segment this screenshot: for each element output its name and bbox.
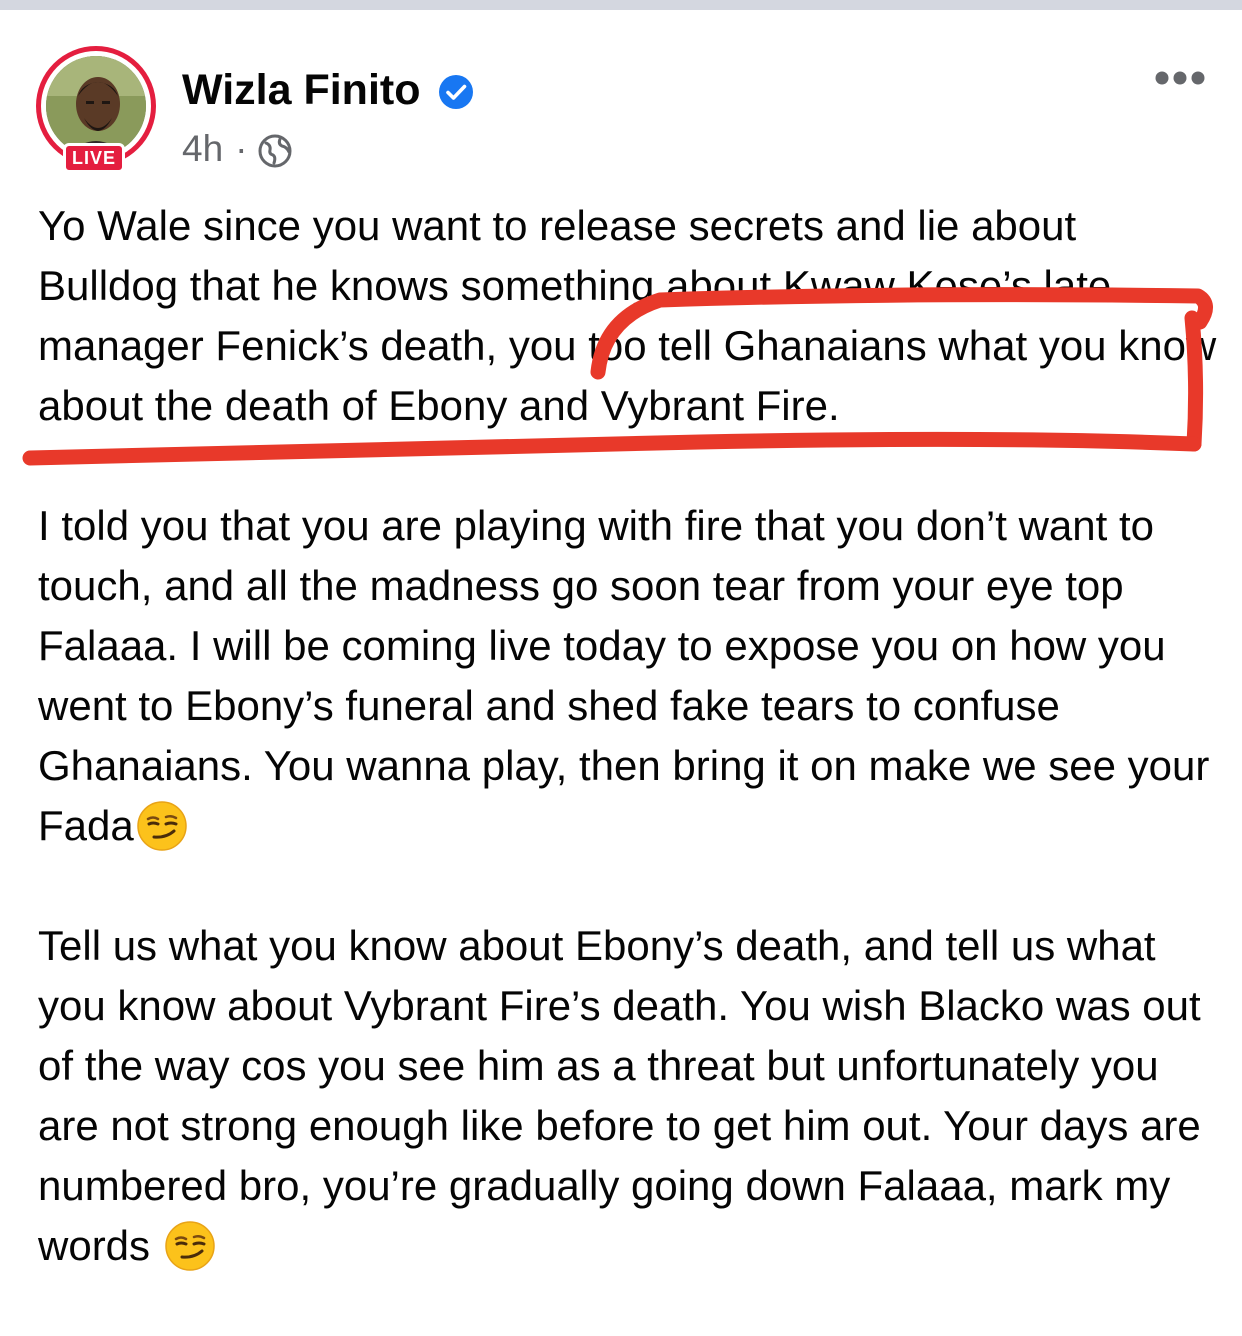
live-badge: LIVE — [63, 143, 125, 173]
post-time[interactable]: 4h — [182, 127, 223, 171]
top-divider — [0, 0, 1242, 10]
smirking-face-emoji — [164, 1221, 215, 1271]
post-paragraph-1: Yo Wale since you want to release secret… — [38, 202, 1228, 429]
post-paragraph-3: Tell us what you know about Ebony’s deat… — [38, 916, 1224, 1276]
post-meta: 4h · — [182, 127, 293, 171]
globe-icon[interactable] — [257, 133, 293, 169]
more-options-icon[interactable] — [1150, 62, 1210, 94]
post-paragraph-2: I told you that you are playing with fir… — [38, 496, 1224, 856]
verified-badge-icon — [439, 75, 473, 109]
meta-separator: · — [235, 128, 248, 169]
author-name[interactable]: Wizla Finito — [182, 64, 420, 116]
smirking-face-emoji — [136, 801, 187, 851]
post-paragraph-2-text: I told you that you are playing with fir… — [38, 502, 1221, 849]
post-paragraph-3-text: Tell us what you know about Ebony’s deat… — [38, 922, 1213, 1269]
post-text: Yo Wale since you want to release secret… — [38, 196, 1224, 1336]
avatar-photo — [46, 56, 146, 156]
